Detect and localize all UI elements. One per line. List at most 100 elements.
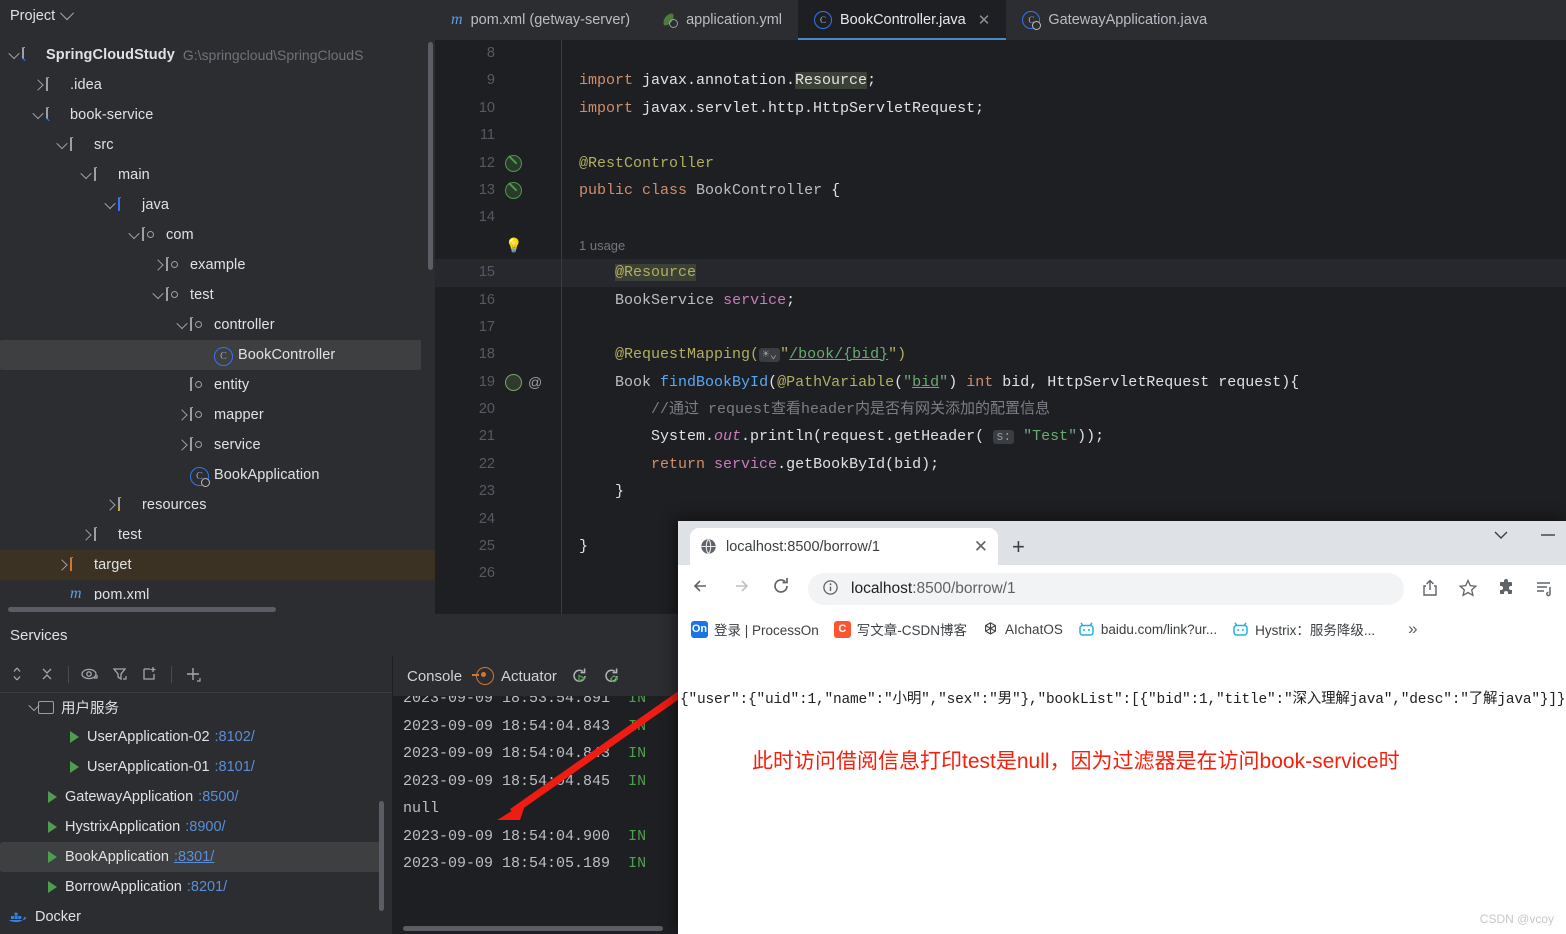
code-line-21[interactable]: 21 System.out.println(request.getHeader(… xyxy=(435,423,1566,450)
service-port[interactable]: :8301/ xyxy=(174,849,214,865)
project-tree-item-pom-xml[interactable]: m pom.xml xyxy=(0,580,435,600)
editor-tab-gatewayapplication[interactable]: C GatewayApplication.java xyxy=(1006,0,1223,40)
project-tree-item-controller[interactable]: controller xyxy=(0,310,435,340)
chevron-right-icon[interactable] xyxy=(174,400,190,430)
service-port[interactable]: :8102/ xyxy=(215,729,255,745)
chevron-right-icon[interactable] xyxy=(78,520,94,550)
service-port[interactable]: :8101/ xyxy=(215,759,255,775)
services-tree[interactable]: 用户服务 UserApplication-02:8102/UserApplicat… xyxy=(0,692,392,934)
editor-tab-application[interactable]: application.yml xyxy=(646,0,798,40)
project-tree-item-bookapplication[interactable]: C BookApplication xyxy=(0,460,435,490)
reload-icon[interactable] xyxy=(768,575,794,603)
code-line-14[interactable]: 14 xyxy=(435,204,1566,231)
project-tree-item-com[interactable]: com xyxy=(0,220,435,250)
service-port[interactable]: :8500/ xyxy=(198,789,238,805)
project-tree-item-test[interactable]: test xyxy=(0,280,435,310)
code-line-13[interactable]: 13 public class BookController { xyxy=(435,177,1566,204)
add-icon[interactable] xyxy=(178,659,208,689)
address-bar[interactable]: localhost:8500/borrow/1 xyxy=(808,573,1404,605)
bookmark-item-1[interactable]: C 写文章-CSDN博客 xyxy=(829,617,972,641)
service-port[interactable]: :8900/ xyxy=(185,819,225,835)
share-icon[interactable] xyxy=(1418,578,1442,601)
expand-tabs-icon[interactable] xyxy=(1492,527,1510,543)
service-item-userapplication-01[interactable]: UserApplication-01:8101/ xyxy=(0,752,392,782)
bookmark-item-0[interactable]: On 登录 | ProcessOn xyxy=(686,617,824,641)
code-line-23[interactable]: 23 } xyxy=(435,478,1566,505)
project-tree-item-example[interactable]: example xyxy=(0,250,435,280)
new-tab-icon[interactable] xyxy=(135,659,165,689)
chevron-down-icon[interactable] xyxy=(126,220,142,250)
editor-tab-bookcontroller[interactable]: C BookController.java ✕ xyxy=(798,0,1007,40)
code-line-11[interactable]: 11 xyxy=(435,122,1566,149)
service-item-gatewayapplication[interactable]: GatewayApplication:8500/ xyxy=(0,782,392,812)
star-icon[interactable] xyxy=(1456,578,1480,601)
annotation-gutter-icon[interactable]: @ xyxy=(528,369,542,396)
site-info-icon[interactable] xyxy=(822,579,839,599)
chevron-down-icon[interactable] xyxy=(30,100,46,130)
project-tree-item-java[interactable]: java xyxy=(0,190,435,220)
run-gutter-icon[interactable] xyxy=(505,182,522,200)
back-icon[interactable] xyxy=(688,575,714,603)
bookmarks-bar[interactable]: On 登录 | ProcessOn C 写文章-CSDN博客 AIchatOS baidu… xyxy=(678,613,1566,645)
services-tree-scrollbar[interactable] xyxy=(379,801,384,911)
service-port[interactable]: :8201/ xyxy=(187,879,227,895)
service-item-bookapplication[interactable]: BookApplication:8301/ xyxy=(0,842,382,872)
project-tree-item-bookcontroller[interactable]: C BookController xyxy=(0,340,421,370)
service-item-docker[interactable]: Docker xyxy=(0,902,392,932)
code-line-12[interactable]: 12 @RestController xyxy=(435,150,1566,177)
code-line-17[interactable]: 17 xyxy=(435,314,1566,341)
service-item--[interactable]: 用户服务 xyxy=(0,692,392,722)
editor-tab-bar[interactable]: m pom.xml (getway-server) application.yml C… xyxy=(435,0,1566,40)
bookmark-item-3[interactable]: baidu.com/link?ur... xyxy=(1073,619,1222,640)
web-mapping-gutter-icon[interactable] xyxy=(505,373,522,391)
close-icon[interactable]: ✕ xyxy=(978,11,991,29)
run-service-icon[interactable] xyxy=(48,851,57,863)
collapse-all-icon[interactable] xyxy=(32,659,62,689)
chevron-down-icon[interactable] xyxy=(78,160,94,190)
project-tree[interactable]: SpringCloudStudy G:\springcloud\SpringClo… xyxy=(0,40,435,600)
project-tree-item-book-service[interactable]: book-service xyxy=(0,100,435,130)
chevron-down-icon[interactable] xyxy=(54,130,70,160)
chevron-down-icon[interactable] xyxy=(28,699,40,712)
extensions-icon[interactable] xyxy=(1494,578,1518,601)
run-gutter-icon[interactable] xyxy=(505,154,522,172)
service-item-userapplication-02[interactable]: UserApplication-02:8102/ xyxy=(0,722,392,752)
eye-icon[interactable] xyxy=(75,659,105,689)
project-tree-scrollbar[interactable] xyxy=(428,42,433,270)
project-tree-item-service[interactable]: service xyxy=(0,430,435,460)
code-line-15[interactable]: 15 @Resource xyxy=(435,259,1566,287)
code-line-19[interactable]: 19 @ Book findBookById(@PathVariable("bid… xyxy=(435,369,1566,396)
code-line-10[interactable]: 10 import javax.servlet.http.HttpServletR… xyxy=(435,95,1566,122)
run-service-icon[interactable] xyxy=(48,791,57,803)
code-line-16[interactable]: 16 BookService service; xyxy=(435,287,1566,314)
chevron-down-icon[interactable] xyxy=(6,40,22,70)
new-tab-button[interactable]: + xyxy=(1012,536,1025,558)
close-icon[interactable]: ✕ xyxy=(974,537,988,557)
project-panel-header[interactable]: Project xyxy=(0,0,435,32)
minimize-icon[interactable] xyxy=(1540,527,1556,543)
service-item-hystrixapplication[interactable]: HystrixApplication:8900/ xyxy=(0,812,392,842)
chevron-right-icon[interactable] xyxy=(150,250,166,280)
project-tree-item-src[interactable]: src xyxy=(0,130,435,160)
chevron-right-icon[interactable] xyxy=(30,70,46,100)
chevron-right-icon[interactable] xyxy=(174,430,190,460)
chevron-right-icon[interactable] xyxy=(102,490,118,520)
service-item-borrowapplication[interactable]: BorrowApplication:8201/ xyxy=(0,872,392,902)
console-tab-console[interactable]: Console xyxy=(407,668,462,685)
forward-icon[interactable] xyxy=(728,575,754,603)
run-service-icon[interactable] xyxy=(70,761,79,773)
console-tab-actuator[interactable]: Actuator xyxy=(472,667,557,685)
reading-list-icon[interactable] xyxy=(1532,578,1556,601)
rerun-debug-icon[interactable] xyxy=(603,667,621,685)
console-hscrollbar[interactable] xyxy=(403,926,663,931)
project-tree-item-test[interactable]: test xyxy=(0,520,435,550)
rerun-icon[interactable] xyxy=(571,667,589,685)
code-line-20[interactable]: 20 //通过 request查看header内是否有网关添加的配置信息 xyxy=(435,396,1566,423)
expand-collapse-icon[interactable] xyxy=(2,659,32,689)
browser-tab[interactable]: localhost:8500/borrow/1 ✕ xyxy=(690,528,998,565)
code-line-22[interactable]: 22 return service.getBookById(bid); xyxy=(435,451,1566,478)
project-tree-item-main[interactable]: main xyxy=(0,160,435,190)
code-line-9[interactable]: 9 import javax.annotation.Resource; xyxy=(435,67,1566,94)
project-tree-item--idea[interactable]: .idea xyxy=(0,70,435,100)
bookmark-item-4[interactable]: Hystrix：服务降级... xyxy=(1227,617,1380,641)
